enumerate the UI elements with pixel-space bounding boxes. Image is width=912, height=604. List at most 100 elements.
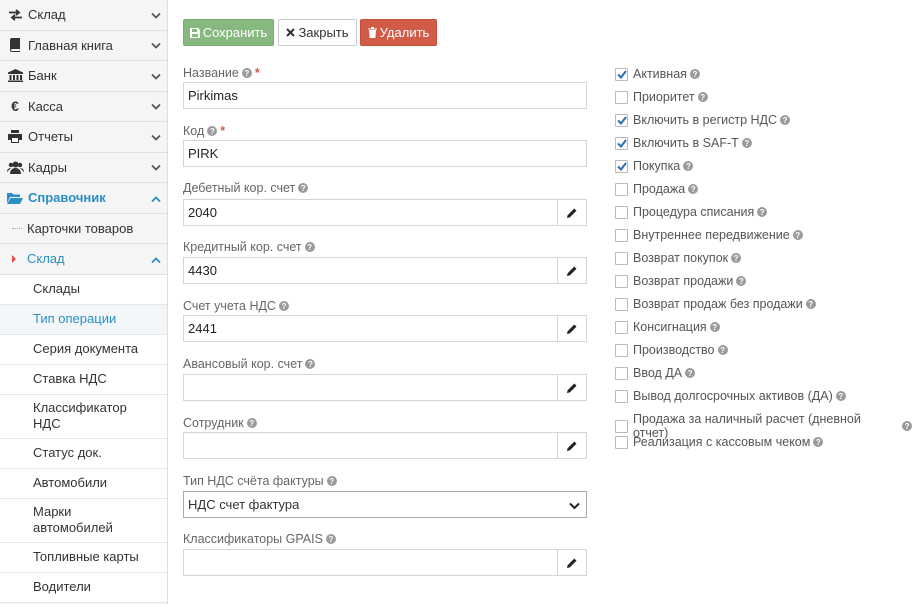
help-icon[interactable]: ? [709, 322, 720, 332]
vat-account-input[interactable]: 2441 [183, 315, 558, 342]
help-icon[interactable]: ? [792, 230, 803, 240]
help-icon[interactable]: ? [813, 437, 824, 447]
help-icon[interactable]: ? [902, 421, 912, 431]
sidebar-item-car-brands[interactable]: Марки автомобилей [0, 498, 167, 543]
checkbox-row-consignment[interactable]: Консигнация? [615, 320, 720, 334]
checkbox-row-write-off[interactable]: Процедура списания? [615, 205, 768, 219]
checkbox-cash-register-sale[interactable] [615, 435, 628, 449]
help-icon[interactable]: ? [326, 476, 337, 486]
help-icon[interactable]: ? [298, 183, 309, 193]
edit-credit-account-button[interactable] [557, 257, 587, 284]
checkbox-row-sale-return-no-sale[interactable]: Возврат продаж без продажи? [615, 297, 816, 311]
sidebar-item-cars[interactable]: Автомобили [0, 468, 167, 499]
vat-invoice-type-select[interactable]: НДС счет фактура [183, 491, 587, 518]
nav-bank[interactable]: Банк [0, 61, 167, 92]
checkbox-row-active[interactable]: Активная? [615, 67, 700, 81]
gpais-label: Классификаторы GPAIS? [183, 532, 336, 546]
gpais-input[interactable] [183, 549, 558, 576]
help-icon[interactable]: ? [683, 161, 694, 171]
sidebar-item-vat-classifier[interactable]: Классификатор НДС [0, 394, 167, 439]
checkbox-row-saf-t[interactable]: Включить в SAF-T? [615, 136, 752, 150]
help-icon[interactable]: ? [736, 276, 747, 286]
help-icon[interactable]: ? [688, 184, 699, 194]
checkbox-row-production[interactable]: Производство? [615, 343, 728, 357]
sidebar-item-label: Склады [33, 281, 80, 296]
checkbox-row-purchase-return[interactable]: Возврат покупок? [615, 251, 742, 265]
help-icon[interactable]: ? [689, 69, 700, 79]
credit-account-input[interactable]: 4430 [183, 257, 558, 284]
help-icon[interactable]: ? [278, 301, 289, 311]
employee-input[interactable] [183, 432, 558, 459]
edit-debit-account-button[interactable] [557, 199, 587, 226]
checkbox-purchase-return[interactable] [615, 251, 628, 265]
checkbox-sale-return-no-sale[interactable] [615, 297, 628, 311]
help-icon[interactable]: ? [757, 207, 768, 217]
advance-account-input[interactable] [183, 374, 558, 401]
nav-general-ledger[interactable]: Главная книга [0, 31, 167, 61]
checkbox-row-purchase[interactable]: Покупка? [615, 159, 694, 173]
checkbox-row-cash-register-sale[interactable]: Реализация с кассовым чеком? [615, 435, 824, 449]
close-button[interactable]: Закрыть [278, 19, 357, 46]
checkbox-purchase[interactable] [615, 159, 628, 173]
checkbox-row-sale[interactable]: Продажа? [615, 182, 699, 196]
checkbox-write-off[interactable] [615, 205, 628, 219]
checkbox-cash-sale[interactable] [615, 419, 628, 433]
nav-hr[interactable]: Кадры [0, 153, 167, 183]
caret-right-icon [12, 254, 16, 263]
help-icon[interactable]: ? [241, 68, 252, 78]
debit-account-input[interactable]: 2040 [183, 199, 558, 226]
help-icon[interactable]: ? [780, 115, 791, 125]
nav-reference[interactable]: Справочник [0, 183, 167, 214]
help-icon[interactable]: ? [717, 345, 728, 355]
nav-cash[interactable]: € Касса [0, 92, 167, 122]
save-button[interactable]: Сохранить [183, 19, 274, 46]
help-icon[interactable]: ? [304, 242, 315, 252]
help-icon[interactable]: ? [741, 138, 752, 148]
help-icon[interactable]: ? [246, 418, 257, 428]
nav-reports[interactable]: Отчеты [0, 122, 167, 153]
sidebar-item-product-cards[interactable]: Карточки товаров [0, 213, 167, 244]
edit-gpais-button[interactable] [557, 549, 587, 576]
checkbox-fixed-asset-input[interactable] [615, 366, 628, 380]
sidebar-item-fuel-cards[interactable]: Топливные карты [0, 542, 167, 573]
delete-button[interactable]: Удалить [360, 19, 437, 46]
help-icon[interactable]: ? [805, 299, 816, 309]
sidebar-item-sklad-group[interactable]: Склад [0, 244, 167, 275]
sidebar-item-vat-rate[interactable]: Ставка НДС [0, 364, 167, 395]
name-input[interactable]: Pirkimas [183, 82, 587, 109]
help-icon[interactable]: ? [685, 368, 696, 378]
checkbox-priority[interactable] [615, 90, 628, 104]
checkbox-production[interactable] [615, 343, 628, 357]
checkbox-label: Вывод долгосрочных активов (ДА) [633, 389, 833, 403]
checkbox-active[interactable] [615, 67, 628, 81]
help-icon[interactable]: ? [835, 391, 846, 401]
checkbox-internal-transfer[interactable] [615, 228, 628, 242]
help-icon[interactable]: ? [697, 92, 708, 102]
checkbox-row-vat-register[interactable]: Включить в регистр НДС? [615, 113, 791, 127]
help-icon[interactable]: ? [731, 253, 742, 263]
help-icon[interactable]: ? [305, 359, 316, 369]
checkbox-row-sale-return[interactable]: Возврат продажи? [615, 274, 747, 288]
checkbox-row-internal-transfer[interactable]: Внутреннее передвижение? [615, 228, 803, 242]
code-input[interactable]: PIRK [183, 140, 587, 167]
checkbox-consignment[interactable] [615, 320, 628, 334]
checkbox-sale[interactable] [615, 182, 628, 196]
edit-advance-account-button[interactable] [557, 374, 587, 401]
edit-employee-button[interactable] [557, 432, 587, 459]
edit-vat-account-button[interactable] [557, 315, 587, 342]
checkbox-saf-t[interactable] [615, 136, 628, 150]
checkbox-vat-register[interactable] [615, 113, 628, 127]
checkbox-fixed-asset-output[interactable] [615, 389, 628, 403]
sidebar-item-drivers[interactable]: Водители [0, 572, 167, 603]
sidebar-item-document-status[interactable]: Статус док. [0, 438, 167, 469]
checkbox-row-priority[interactable]: Приоритет? [615, 90, 708, 104]
checkbox-row-fixed-asset-input[interactable]: Ввод ДА? [615, 366, 696, 380]
help-icon[interactable]: ? [325, 534, 336, 544]
help-icon[interactable]: ? [207, 126, 218, 136]
sidebar-item-warehouses[interactable]: Склады [0, 274, 167, 305]
sidebar-item-document-series[interactable]: Серия документа [0, 334, 167, 365]
checkbox-row-fixed-asset-output[interactable]: Вывод долгосрочных активов (ДА)? [615, 389, 846, 403]
checkbox-sale-return[interactable] [615, 274, 628, 288]
nav-sklad[interactable]: Склад [0, 0, 167, 31]
sidebar-item-operation-type[interactable]: Тип операции [0, 304, 167, 335]
